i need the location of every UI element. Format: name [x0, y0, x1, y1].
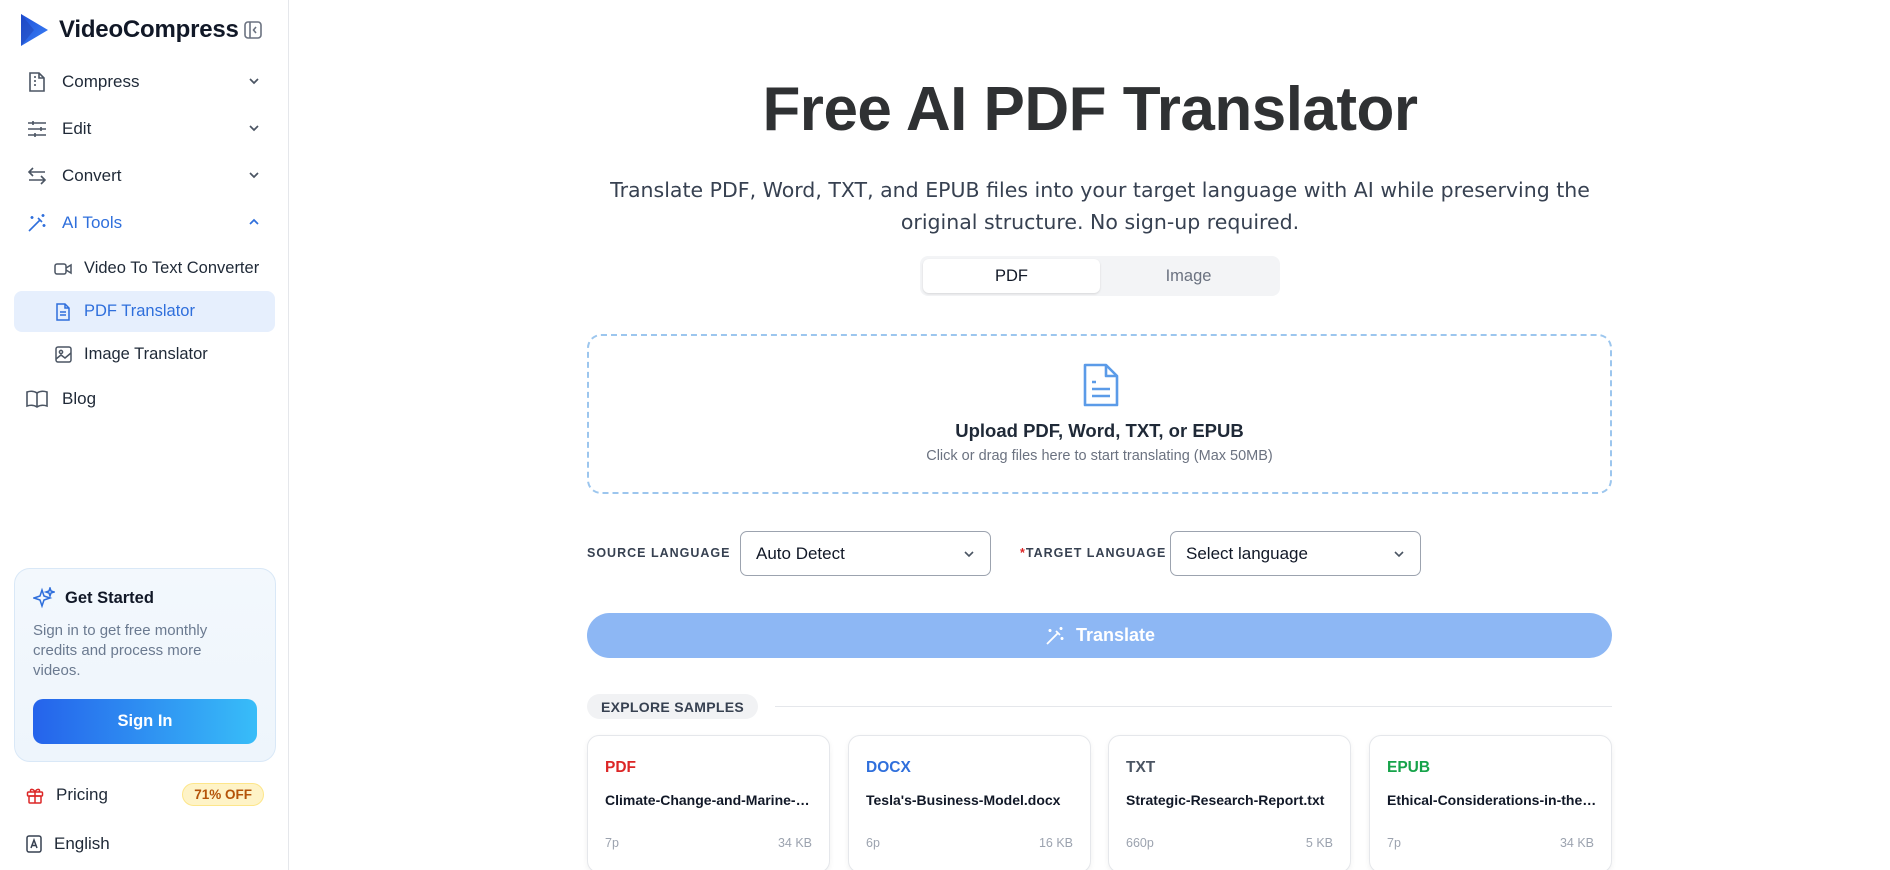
- sidebar-item-label: Blog: [62, 388, 97, 408]
- book-icon: [26, 388, 48, 410]
- target-language-label-text: TARGET LANGUAGE: [1025, 546, 1167, 560]
- sliders-icon: [26, 118, 48, 140]
- sidebar-subitem-label: Video To Text Converter: [84, 259, 260, 277]
- chevron-up-icon: [249, 218, 259, 225]
- sample-name: Strategic-Research-Report.txt: [1126, 792, 1325, 808]
- page-subtitle: Translate PDF, Word, TXT, and EPUB files…: [610, 178, 1590, 234]
- language-selector[interactable]: English: [26, 830, 110, 858]
- sample-card-txt[interactable]: TXT Strategic-Research-Report.txt 660p 5…: [1108, 735, 1351, 870]
- sidebar-item-blog[interactable]: Blog: [14, 375, 275, 422]
- samples-heading: EXPLORE SAMPLES: [587, 694, 758, 719]
- mode-tabs: PDF Image: [920, 256, 1280, 296]
- samples-divider: [775, 706, 1612, 707]
- sample-size: 5 KB: [1305, 836, 1333, 850]
- sidebar-item-label: Convert: [62, 165, 122, 185]
- source-language-select[interactable]: Auto Detect: [740, 531, 991, 576]
- sample-type: TXT: [1126, 759, 1156, 776]
- target-language-label: *TARGET LANGUAGE: [1020, 546, 1166, 560]
- sidebar-subitem-label: PDF Translator: [84, 302, 195, 320]
- page-title: Free AI PDF Translator: [762, 75, 1418, 144]
- sidebar-item-pricing[interactable]: Pricing 71% OFF: [26, 780, 266, 810]
- sidebar-subitem-label: Image Translator: [84, 345, 208, 363]
- sample-name: Ethical-Considerations-in-the-Age-of-AI.…: [1387, 792, 1597, 808]
- sidebar-subitem-image-translator[interactable]: Image Translator: [14, 334, 275, 375]
- chevron-down-icon: [249, 78, 259, 85]
- sample-size: 34 KB: [1559, 836, 1594, 850]
- sidebar-item-label: Compress: [62, 71, 140, 91]
- target-language-select[interactable]: Select language: [1170, 531, 1421, 576]
- chevron-down-icon: [249, 125, 259, 132]
- target-language-value: Select language: [1186, 543, 1308, 563]
- sample-pages: 7p: [605, 836, 619, 850]
- sample-name: Climate-Change-and-Marine-Ecosystems.pdf: [605, 792, 815, 808]
- upload-title: Upload PDF, Word, TXT, or EPUB: [955, 420, 1244, 441]
- sample-card-epub[interactable]: EPUB Ethical-Considerations-in-the-Age-o…: [1369, 735, 1612, 870]
- brand[interactable]: VideoCompress: [18, 12, 239, 48]
- translate-label: Translate: [1075, 625, 1156, 645]
- sidebar-subitem-video-to-text[interactable]: Video To Text Converter: [14, 248, 275, 289]
- sidebar-subitem-pdf-translator[interactable]: PDF Translator: [14, 291, 275, 332]
- get-started-text: Sign in to get free monthly credits and …: [33, 622, 208, 679]
- chevron-down-icon: [1394, 551, 1404, 558]
- upload-dropzone[interactable]: Upload PDF, Word, TXT, or EPUB Click or …: [587, 334, 1612, 494]
- sample-size: 16 KB: [1038, 836, 1073, 850]
- sidebar-item-compress[interactable]: Compress: [14, 58, 275, 105]
- sample-size: 34 KB: [777, 836, 812, 850]
- sample-pages: 6p: [866, 836, 880, 850]
- app-window: VideoCompress Compress Edit Convert AI T…: [0, 0, 1890, 870]
- sparkles-icon: [33, 587, 55, 609]
- get-started-header: Get Started: [33, 587, 154, 609]
- sample-pages: 660p: [1126, 836, 1154, 850]
- gift-icon: [26, 788, 44, 804]
- chevron-down-icon: [249, 172, 259, 179]
- document-icon: [54, 302, 72, 321]
- sidebar-item-label: Edit: [62, 118, 92, 138]
- sample-type: PDF: [605, 759, 636, 776]
- chevron-down-icon: [964, 551, 974, 558]
- discount-badge: 71% OFF: [182, 783, 264, 806]
- sidebar-nav: Compress Edit Convert AI Tools Video To …: [14, 58, 275, 422]
- sample-name: Tesla's-Business-Model.docx: [866, 792, 1061, 808]
- sample-pages: 7p: [1387, 836, 1401, 850]
- sidebar-item-edit[interactable]: Edit: [14, 105, 275, 152]
- language-label: English: [54, 834, 110, 853]
- upload-subtitle: Click or drag files here to start transl…: [926, 448, 1273, 464]
- main-content: Free AI PDF Translator Translate PDF, Wo…: [290, 0, 1890, 870]
- sidebar-item-convert[interactable]: Convert: [14, 152, 275, 199]
- sample-card-docx[interactable]: DOCX Tesla's-Business-Model.docx 6p 16 K…: [848, 735, 1091, 870]
- language-icon: [26, 835, 42, 853]
- sample-type: DOCX: [866, 759, 911, 776]
- play-logo-icon: [21, 14, 48, 46]
- source-language-label: SOURCE LANGUAGE: [587, 546, 731, 560]
- tab-image[interactable]: Image: [1100, 259, 1277, 293]
- file-zip-icon: [26, 71, 48, 93]
- sidebar-collapse-icon[interactable]: [243, 20, 263, 40]
- sidebar-item-label: AI Tools: [62, 212, 123, 232]
- get-started-title: Get Started: [65, 588, 154, 607]
- arrows-swap-icon: [26, 165, 48, 187]
- sidebar: VideoCompress Compress Edit Convert AI T…: [0, 0, 289, 870]
- sign-in-button[interactable]: Sign In: [33, 699, 257, 744]
- brand-name: VideoCompress: [59, 16, 239, 43]
- image-icon: [54, 346, 72, 364]
- sample-type: EPUB: [1387, 759, 1431, 776]
- tab-pdf[interactable]: PDF: [923, 259, 1100, 293]
- pricing-label: Pricing: [56, 785, 108, 804]
- sidebar-item-ai-tools[interactable]: AI Tools: [14, 199, 275, 246]
- translate-button[interactable]: Translate: [587, 613, 1612, 658]
- document-upload-icon: [1083, 363, 1119, 407]
- source-language-value: Auto Detect: [756, 543, 845, 563]
- sample-card-pdf[interactable]: PDF Climate-Change-and-Marine-Ecosystems…: [587, 735, 830, 870]
- video-icon: [54, 260, 72, 278]
- magic-wand-icon: [26, 212, 48, 234]
- magic-wand-icon: [1046, 626, 1064, 645]
- get-started-card: Get Started Sign in to get free monthly …: [14, 568, 276, 762]
